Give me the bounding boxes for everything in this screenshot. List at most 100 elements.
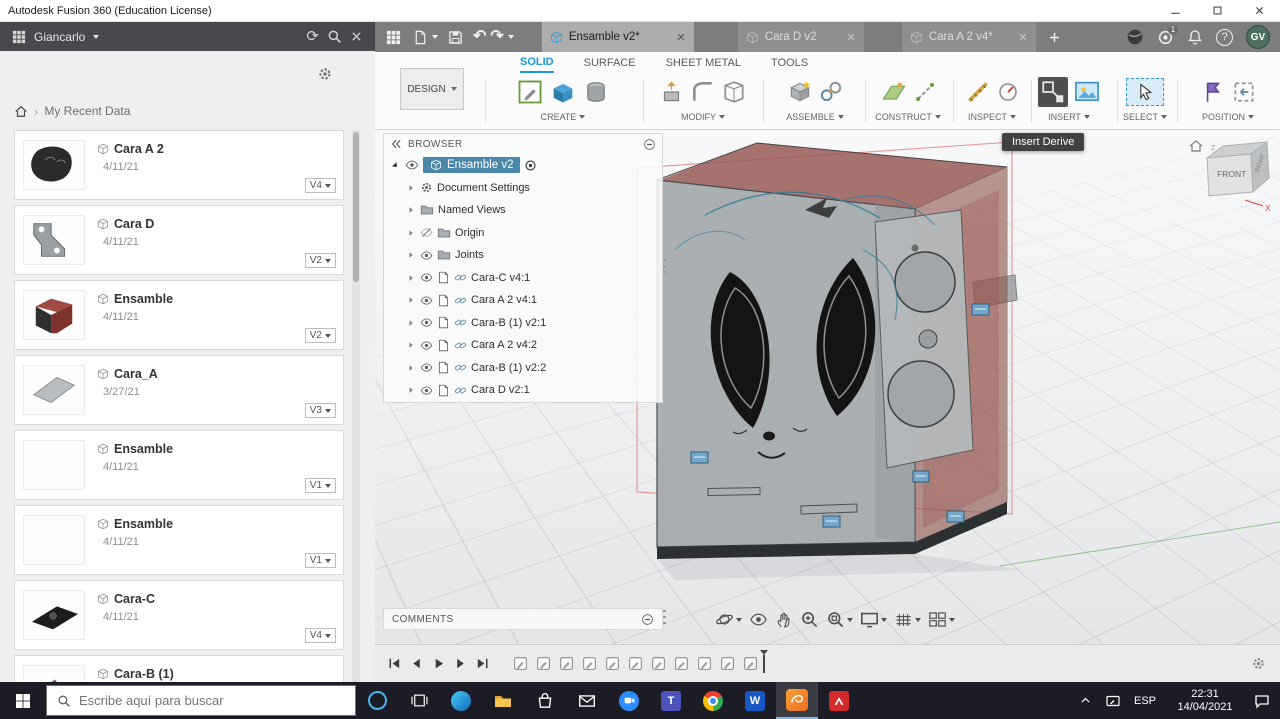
document-tab[interactable]: Ensamble v2* [542,22,694,52]
list-item[interactable]: Cara D 4/11/21 V2 [14,205,344,275]
expand-triangle-icon[interactable] [406,385,416,395]
group-label-modify[interactable]: MODIFY [651,112,755,122]
timeline-feature-icon[interactable] [535,655,552,672]
list-item[interactable]: Cara A 2 4/11/21 V4 [14,130,344,200]
expand-triangle-icon[interactable] [406,228,416,238]
expand-triangle-icon[interactable] [388,157,404,173]
look-at-tool[interactable] [749,610,768,629]
list-item[interactable]: Ensamble 4/11/21 V2 [14,280,344,350]
user-caret-icon[interactable] [93,35,99,39]
help-icon[interactable]: ? [1216,29,1233,46]
expand-triangle-icon[interactable] [406,205,416,215]
fusion-360-button[interactable] [776,682,818,719]
new-tab-icon[interactable] [1048,31,1061,44]
visibility-eye-icon[interactable] [420,316,433,329]
group-label-insert[interactable]: INSERT [1027,112,1111,122]
browser-row[interactable]: Cara-B (1) v2:2 [384,357,662,380]
list-item[interactable]: Ensamble 4/11/21 V1 [14,430,344,500]
redo-icon[interactable]: ↷ [490,29,503,45]
visibility-eye-icon[interactable] [420,339,433,352]
tab-surface[interactable]: SURFACE [584,52,636,73]
expand-triangle-icon[interactable] [406,363,416,373]
data-panel-toggle-icon[interactable] [386,30,401,45]
comments-bar[interactable]: COMMENTS [383,608,663,630]
timeline-feature-icon[interactable] [512,655,529,672]
timeline-skip-start-button[interactable] [387,656,402,671]
browser-row[interactable]: Origin [384,222,662,245]
breadcrumb-label[interactable]: My Recent Data [44,104,130,118]
visibility-eye-icon[interactable] [420,271,433,284]
refresh-icon[interactable]: ⟳ [306,29,319,44]
expand-triangle-icon[interactable] [406,295,416,305]
close-tab-icon[interactable] [846,32,856,42]
user-name[interactable]: Giancarlo [34,30,85,44]
expand-triangle-icon[interactable] [406,273,416,283]
timeline-feature-icon[interactable] [742,655,759,672]
version-dropdown[interactable]: V1 [305,478,336,493]
insert-derive-button[interactable] [1038,77,1068,107]
language-indicator[interactable]: ESP [1134,695,1156,707]
timeline-feature-icon[interactable] [719,655,736,672]
pan-tool[interactable] [775,611,793,629]
word-button[interactable]: W [734,682,776,719]
group-label-select[interactable]: SELECT [1119,112,1171,122]
search-input[interactable] [79,693,319,708]
maximize-button[interactable] [1196,0,1238,22]
timeline-feature-icon[interactable] [558,655,575,672]
redo-caret-icon[interactable] [508,35,514,39]
close-tab-icon[interactable] [676,32,686,42]
visibility-eye-icon[interactable] [420,361,433,374]
group-label-inspect[interactable]: INSPECT [957,112,1027,122]
select-tool-button[interactable] [1126,78,1164,106]
timeline-feature-icon[interactable] [650,655,667,672]
view-cube[interactable]: Z FRONT RIGHT X [1187,134,1279,220]
document-tab[interactable]: Cara D v2 [738,22,864,52]
avatar[interactable]: GV [1246,25,1270,49]
close-panel-icon[interactable] [350,30,363,43]
search-icon[interactable] [327,29,342,44]
file-menu-caret-icon[interactable] [432,35,438,39]
taskbar-search[interactable] [46,685,356,716]
save-icon[interactable] [448,30,463,45]
version-dropdown[interactable]: V2 [305,328,336,343]
timeline-feature-icon[interactable] [627,655,644,672]
minimize-browser-icon[interactable] [643,138,656,151]
browser-row[interactable]: Cara A 2 v4:2 [384,334,662,357]
visibility-eye-icon[interactable] [420,294,433,307]
group-label-construct[interactable]: CONSTRUCT [869,112,947,122]
section-analysis-icon[interactable] [996,80,1020,104]
capture-position-icon[interactable] [1200,79,1226,105]
close-tab-icon[interactable] [1018,32,1028,42]
timeline-skip-end-button[interactable] [475,656,490,671]
version-dropdown[interactable]: V3 [305,403,336,418]
notification-center-icon[interactable] [1254,693,1270,709]
measure-icon[interactable] [965,79,991,105]
timeline-feature-icon[interactable] [581,655,598,672]
minimize-button[interactable] [1154,0,1196,22]
cylinder-icon[interactable] [582,78,610,106]
timeline-step-forward-button[interactable] [453,656,468,671]
edge-button[interactable] [440,682,482,719]
construct-plane-icon[interactable] [880,78,908,106]
document-tab[interactable]: Cara A 2 v4* [902,22,1036,52]
version-dropdown[interactable]: V2 [305,253,336,268]
timeline-position-marker[interactable] [763,655,765,673]
tab-tools[interactable]: TOOLS [771,52,808,73]
mail-button[interactable] [566,682,608,719]
browser-row[interactable]: Joints [384,244,662,267]
fit-tool[interactable] [826,610,853,629]
list-item[interactable]: Cara_A 3/27/21 V3 [14,355,344,425]
home-icon[interactable] [14,104,28,118]
visibility-eye-icon[interactable] [405,158,419,172]
chrome-button[interactable] [692,682,734,719]
browser-row[interactable]: Document Settings [384,177,662,200]
grid-snaps[interactable] [894,610,921,629]
visibility-off-icon[interactable] [420,226,433,239]
list-item[interactable]: Cara-B (1) [14,655,344,682]
comments-resize-grip[interactable] [663,610,666,628]
data-panel-scrollbar[interactable] [352,130,360,682]
timeline-step-back-button[interactable] [409,656,424,671]
timeline-feature-icon[interactable] [604,655,621,672]
version-dropdown[interactable]: V4 [305,178,336,193]
autodesk-app-button[interactable] [818,682,860,719]
